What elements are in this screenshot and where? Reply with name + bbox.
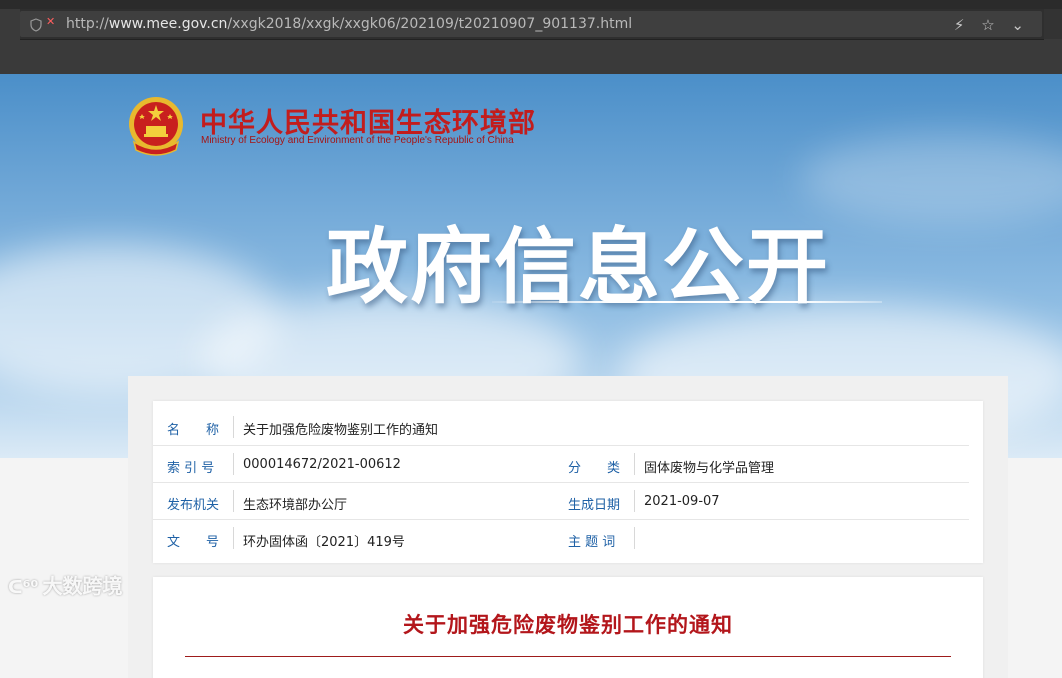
info-row-index: 索 引 号 000014672/2021-00612 分 类 固体废物与化学品管… [153, 445, 969, 483]
category-label: 分 类 [568, 461, 621, 476]
bookmark-star-icon[interactable]: ☆ [981, 16, 994, 34]
title-divider [185, 656, 951, 657]
url-path: /xxgk2018/xxgk/xxgk06/202109/t20210907_9… [227, 16, 633, 32]
info-row-name: 名 称 关于加强危险废物鉴别工作的通知 [153, 408, 969, 446]
dropdown-icon[interactable]: ⌄ [1011, 16, 1024, 34]
cell-divider [233, 490, 234, 512]
web-page: 中华人民共和国生态环境部 Ministry of Ecology and Env… [0, 74, 1062, 678]
cloud-decoration [800, 134, 1062, 224]
banner-underline [492, 301, 882, 303]
document-body: 关于加强危险废物鉴别工作的通知 [153, 577, 983, 678]
document-title: 关于加强危险废物鉴别工作的通知 [403, 613, 733, 637]
watermark: ᑕ⁶⁰ 大数跨境 [8, 570, 122, 599]
subject-label: 主 题 词 [568, 535, 616, 550]
info-row-issuer: 发布机关 生态环境部办公厅 生成日期 2021-09-07 [153, 482, 969, 520]
cell-divider [233, 416, 234, 438]
cell-divider [233, 527, 234, 549]
reader-mode-icon[interactable]: ⚡ [954, 16, 965, 34]
info-row-docno: 文 号 环办固体函〔2021〕419号 主 题 词 [153, 519, 969, 556]
cell-divider [634, 453, 635, 475]
address-bar-actions: ⚡ ☆ ⌄ [942, 16, 1024, 34]
date-value: 2021-09-07 [644, 494, 720, 509]
issuer-label: 发布机关 [167, 498, 220, 513]
browser-chrome: ✕ http://www.mee.gov.cn/xxgk2018/xxgk/xx… [0, 0, 1062, 74]
watermark-logo-icon: ᑕ⁶⁰ [8, 577, 39, 598]
toolbar-edge [1044, 9, 1062, 39]
name-value: 关于加强危险废物鉴别工作的通知 [243, 423, 439, 438]
docno-value: 环办固体函〔2021〕419号 [243, 535, 405, 550]
date-label: 生成日期 [568, 498, 621, 513]
cell-divider [634, 527, 635, 549]
category-value: 固体废物与化学品管理 [644, 461, 775, 476]
document-info-table: 名 称 关于加强危险废物鉴别工作的通知 索 引 号 000014672/2021… [153, 401, 983, 563]
name-label: 名 称 [167, 423, 220, 438]
url-host: www.mee.gov.cn [108, 16, 228, 32]
ministry-name-en: Ministry of Ecology and Environment of t… [201, 135, 514, 146]
issuer-value: 生态环境部办公厅 [243, 498, 348, 513]
tab-strip [0, 0, 1062, 9]
index-label: 索 引 号 [167, 461, 215, 476]
address-bar: ✕ http://www.mee.gov.cn/xxgk2018/xxgk/xx… [20, 9, 1044, 40]
url-prefix: http:// [66, 16, 109, 32]
national-emblem-icon[interactable] [128, 96, 184, 158]
url-field[interactable]: ✕ http://www.mee.gov.cn/xxgk2018/xxgk/xx… [20, 11, 1042, 37]
url-text[interactable]: http://www.mee.gov.cn/xxgk2018/xxgk/xxgk… [66, 16, 632, 32]
watermark-text: 大数跨境 [42, 574, 123, 598]
cell-divider [233, 453, 234, 475]
index-value: 000014672/2021-00612 [243, 457, 401, 472]
docno-label: 文 号 [167, 535, 220, 550]
cell-divider [634, 490, 635, 512]
insecure-x-icon: ✕ [46, 15, 56, 28]
security-shield-icon[interactable] [30, 17, 42, 36]
